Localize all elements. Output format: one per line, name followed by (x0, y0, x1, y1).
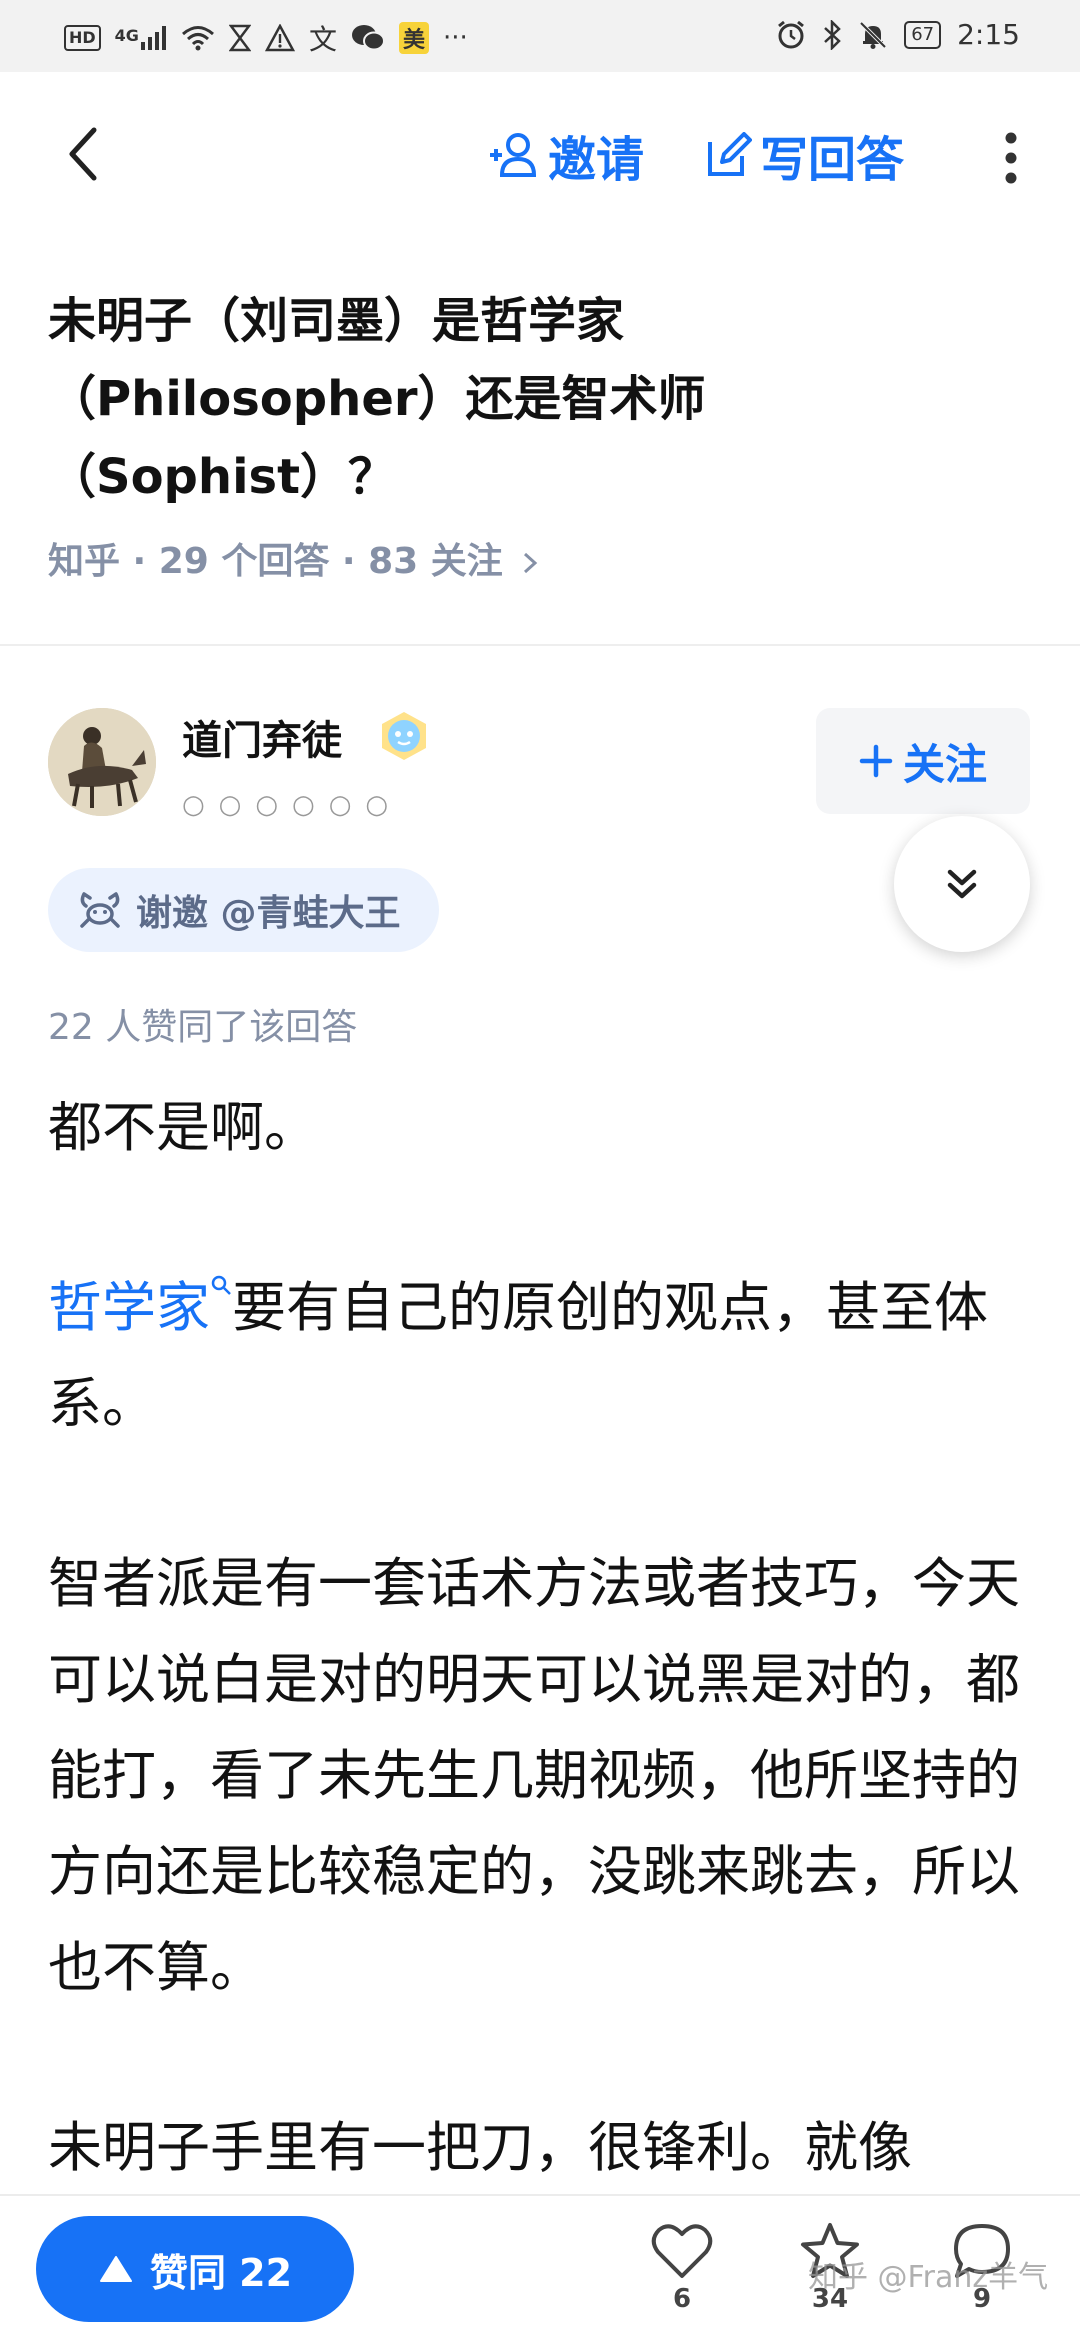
network-type: 4G (114, 26, 139, 45)
bottom-action-bar: 赞同 22 6 34 9 知乎 @Franz羊气 (0, 2194, 1080, 2342)
search-icon[interactable] (210, 1274, 232, 1296)
more-notifications: ··· (442, 23, 468, 53)
achievement-badge-icon (382, 712, 426, 760)
top-nav: 邀请 写回答 (0, 72, 1080, 232)
write-answer-label: 写回答 (760, 132, 905, 188)
wifi-icon (181, 26, 214, 51)
question-title-line: 未明子（刘司墨）是哲学家 (48, 293, 625, 349)
avatar[interactable] (48, 708, 156, 816)
invite-label: 邀请 (548, 132, 645, 188)
author-name[interactable]: 道门弃徒 (182, 708, 342, 766)
question-title[interactable]: 未明子（刘司墨）是哲学家 （Philosopher）还是智术师 （Sophist… (48, 282, 1048, 516)
question-meta[interactable]: 知乎 · 29 个回答 · 83 关注 (48, 532, 539, 584)
divider (0, 644, 1080, 646)
bluetooth-icon (824, 19, 842, 50)
double-chevron-down-icon (947, 869, 977, 899)
philosopher-link[interactable]: 哲学家 (48, 1276, 210, 1339)
hourglass-icon (228, 24, 251, 52)
wechat-icon (351, 25, 385, 51)
answer-paragraph: 智者派是有一套话术方法或者技巧，今天可以说白是对的明天可以说黑是对的，都能打，看… (48, 1552, 1020, 1999)
invite-thanks-tag[interactable]: 谢邀 @青蛙大王 (48, 868, 439, 952)
heart-icon (651, 2224, 713, 2278)
more-options-icon[interactable] (996, 128, 1026, 188)
answer-paragraph: 都不是啊。 (48, 1096, 318, 1159)
mute-bell-icon (859, 21, 887, 49)
battery-indicator: 67 (904, 20, 942, 49)
alarm-icon (778, 20, 805, 48)
write-answer-button[interactable]: 写回答 (706, 120, 904, 190)
follow-label: 关注 (902, 739, 987, 789)
follow-button[interactable]: 关注 (816, 708, 1030, 814)
translate-icon: 文 (308, 23, 337, 56)
question-meta-text: 知乎 · 29 个回答 · 83 关注 (48, 541, 503, 582)
avatar-image (48, 708, 156, 816)
clock: 2:15 (957, 18, 1020, 51)
hd-indicator: HD (64, 25, 101, 51)
plus-icon (859, 744, 893, 778)
likes-summary: 22 人赞同了该回答 (48, 1007, 358, 1048)
answer-paragraph: 未明子手里有一把刀，很锋利。就像 (48, 2116, 912, 2179)
answer-paragraph: 哲学家 要有自己的原创的观点，甚至体系。 (48, 1260, 1038, 1452)
warning-icon (264, 24, 295, 52)
triangle-up-icon (99, 2256, 132, 2282)
chevron-right-icon (524, 552, 538, 574)
signal-icon: 4G (115, 26, 167, 50)
question-title-line: （Philosopher）还是智术师 (48, 371, 706, 427)
edit-icon (708, 132, 752, 176)
app-notification-badge: 美 (398, 22, 429, 54)
watermark: 知乎 @Franz羊气 (808, 2260, 1049, 2295)
like-count: 6 (672, 2284, 692, 2314)
agree-label: 赞同 22 (149, 2250, 293, 2295)
add-person-icon (490, 133, 537, 177)
collapse-button[interactable] (894, 816, 1030, 952)
invite-thanks-text: 谢邀 @青蛙大王 (136, 893, 401, 934)
invite-button[interactable]: 邀请 (488, 120, 644, 190)
status-bar: HD 4G 文 美 ··· 67 2:15 (0, 0, 1080, 72)
author-bio: ○○○○○○ (182, 790, 403, 820)
agree-button[interactable]: 赞同 22 (36, 2216, 354, 2322)
crab-icon (80, 892, 120, 928)
answer-content: 都不是啊。 哲学家 要有自己的原创的观点，甚至体系。 智者派是有一套话术方法或者技… (48, 1080, 1038, 2280)
back-arrow-icon[interactable] (60, 124, 110, 184)
like-action[interactable]: 6 (642, 2222, 722, 2314)
question-title-line: （Sophist）？ (48, 449, 397, 505)
